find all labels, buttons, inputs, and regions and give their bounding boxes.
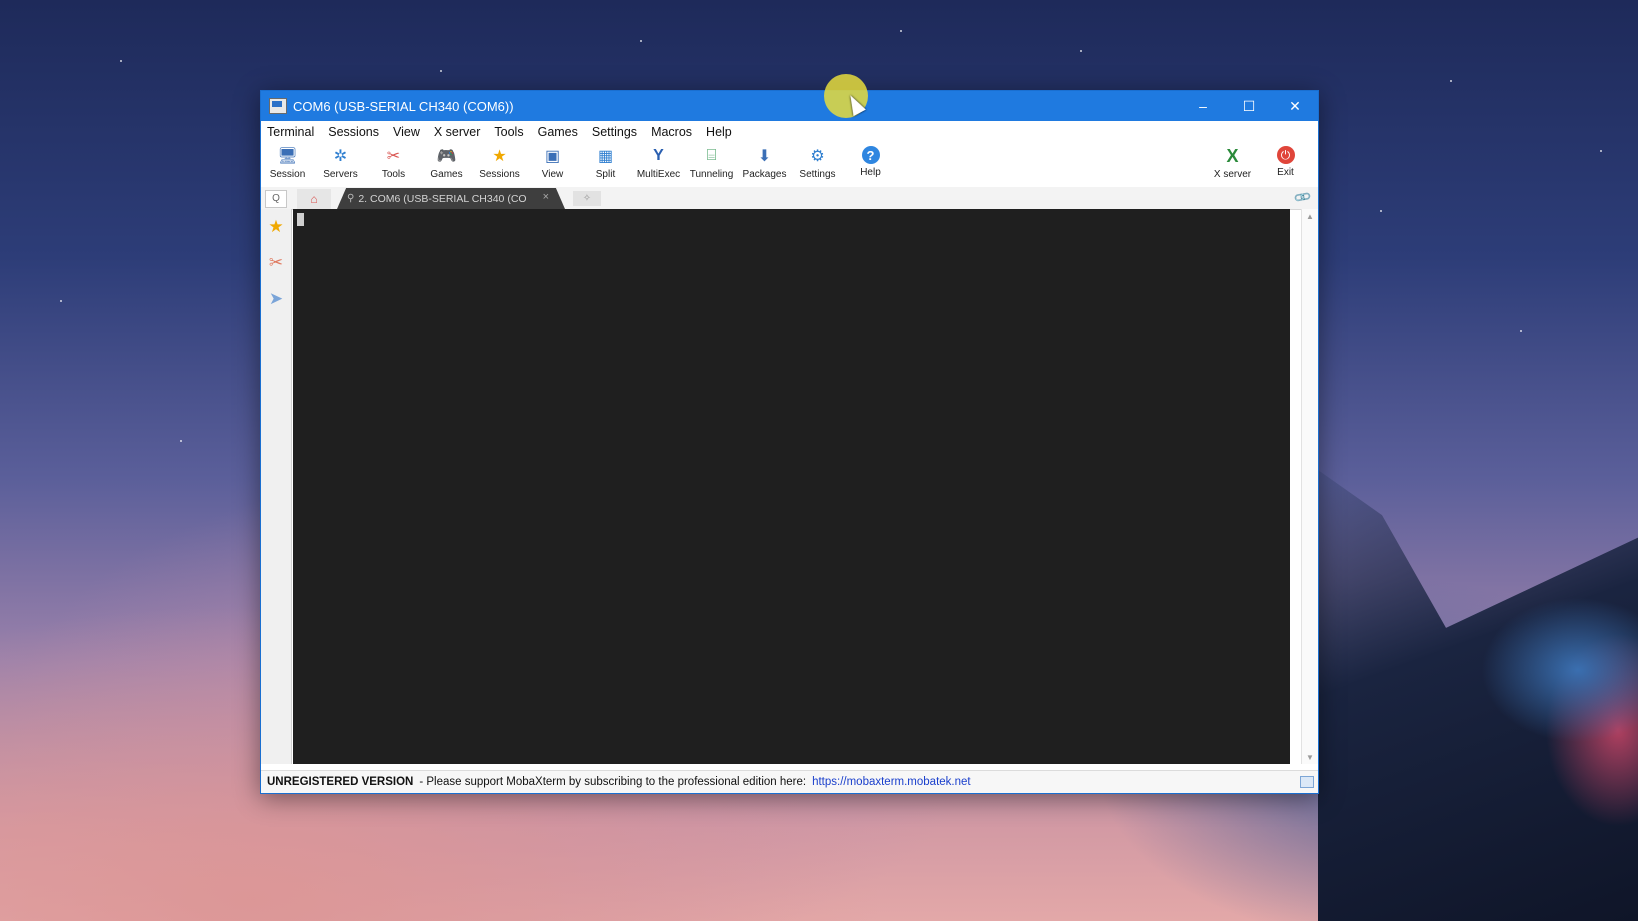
menu-view[interactable]: View: [393, 125, 420, 139]
mobaxterm-window: COM6 (USB-SERIAL CH340 (COM6)) – ☐ ✕ Ter…: [260, 90, 1319, 794]
attachment-clip-icon[interactable]: 🔗: [1292, 187, 1312, 207]
star: [120, 60, 122, 62]
menu-macros[interactable]: Macros: [651, 125, 692, 139]
home-tab[interactable]: ⌂: [297, 189, 331, 209]
toolbar-games-button[interactable]: 🎮 Games: [420, 143, 473, 180]
toolbar-split-button[interactable]: ▦ Split: [579, 143, 632, 180]
toolbar: 🖥 Session ✲ Servers ✂ Tools 🎮 Games ★ Se…: [261, 143, 1318, 187]
toolbar-label: Settings: [799, 169, 836, 180]
wallpaper-robot: [1318, 470, 1638, 921]
scroll-down-arrow-icon[interactable]: ▼: [1302, 750, 1318, 764]
toolbar-label: Servers: [323, 169, 358, 180]
title-bar[interactable]: COM6 (USB-SERIAL CH340 (COM6)) – ☐ ✕: [261, 91, 1318, 121]
toolbar-label: Help: [860, 167, 881, 178]
tools-icon: ✂: [386, 148, 401, 165]
toolbar-label: X server: [1213, 169, 1252, 180]
app-icon: [269, 98, 287, 114]
toolbar-sessions-button[interactable]: ★ Sessions: [473, 143, 526, 180]
tunneling-icon: ⌸: [706, 147, 717, 164]
multiexec-icon: Y: [653, 147, 664, 164]
toolbar-label: Tools: [381, 169, 406, 180]
support-message: - Please support MobaXterm by subscribin…: [419, 776, 807, 788]
toolbar-settings-button[interactable]: ⚙ Settings: [791, 143, 844, 180]
toolbar-multiexec-button[interactable]: Y MultiExec: [632, 143, 685, 180]
favorites-star-icon[interactable]: ★: [261, 209, 291, 245]
toolbar-x-server-button[interactable]: X X server: [1206, 143, 1259, 181]
toolbar-label: Tunneling: [689, 169, 734, 180]
maximize-button[interactable]: ☐: [1226, 91, 1272, 121]
tools-sidebar-icon[interactable]: ✂: [261, 245, 291, 281]
tab-com6-session[interactable]: ⚲ 2. COM6 (USB-SERIAL CH340 (CO ×: [337, 188, 565, 209]
unregistered-label: UNREGISTERED VERSION: [267, 776, 414, 788]
menu-help[interactable]: Help: [706, 125, 732, 139]
star: [1600, 150, 1602, 152]
star: [440, 70, 442, 72]
toolbar-help-button[interactable]: ? Help: [844, 143, 897, 178]
star: [180, 440, 182, 442]
tab-bar: Q ⌂ ⚲ 2. COM6 (USB-SERIAL CH340 (CO × ✧ …: [261, 187, 1318, 210]
menu-bar: Terminal Sessions View X server Tools Ga…: [261, 121, 1318, 143]
tab-close-icon[interactable]: ×: [543, 191, 549, 203]
left-sidebar: ★ ✂ ➤: [261, 209, 292, 764]
toolbar-label: Session: [269, 169, 306, 180]
menu-settings[interactable]: Settings: [592, 125, 637, 139]
view-icon: ▣: [544, 148, 561, 165]
star: [1380, 210, 1382, 212]
help-icon: ?: [861, 146, 880, 164]
star: [1520, 330, 1522, 332]
status-monitor-icon[interactable]: [1300, 776, 1314, 788]
scroll-up-arrow-icon[interactable]: ▲: [1302, 209, 1318, 223]
toolbar-view-button[interactable]: ▣ View: [526, 143, 579, 180]
toolbar-label: View: [541, 169, 564, 180]
toolbar-servers-button[interactable]: ✲ Servers: [314, 143, 367, 180]
split-icon: ▦: [597, 148, 614, 165]
menu-x-server[interactable]: X server: [434, 125, 481, 139]
session-icon: 🖥: [277, 148, 298, 165]
toolbar-right-group: X X server ⏻ Exit: [1206, 143, 1312, 180]
terminal-area[interactable]: [293, 209, 1290, 764]
star: [640, 40, 642, 42]
serial-plug-icon: ⚲: [347, 193, 355, 204]
toolbar-label: Split: [595, 169, 616, 180]
toolbar-session-button[interactable]: 🖥 Session: [261, 143, 314, 180]
minimize-button[interactable]: –: [1180, 91, 1226, 121]
sessions-star-icon: ★: [492, 148, 507, 165]
settings-icon: ⚙: [810, 148, 825, 165]
mobaxterm-link[interactable]: https://mobaxterm.mobatek.net: [812, 776, 971, 788]
toolbar-label: Games: [430, 169, 463, 180]
home-icon: ⌂: [310, 192, 318, 206]
menu-games[interactable]: Games: [538, 125, 578, 139]
toolbar-label: Exit: [1277, 167, 1294, 178]
games-icon: 🎮: [436, 148, 457, 165]
toolbar-tunneling-button[interactable]: ⌸ Tunneling: [685, 143, 738, 180]
status-bar: UNREGISTERED VERSION - Please support Mo…: [261, 770, 1318, 793]
toolbar-exit-button[interactable]: ⏻ Exit: [1259, 143, 1312, 180]
tab-label: 2. COM6 (USB-SERIAL CH340 (CO: [358, 192, 527, 205]
terminal-scrollbar[interactable]: ▲ ▼: [1301, 209, 1318, 764]
star: [1450, 80, 1452, 82]
toolbar-label: Packages: [742, 169, 787, 180]
quick-connect-search-icon[interactable]: Q: [265, 190, 287, 208]
menu-tools[interactable]: Tools: [494, 125, 523, 139]
packages-icon: ⬇: [757, 148, 772, 165]
star: [900, 30, 902, 32]
menu-terminal[interactable]: Terminal: [267, 125, 314, 139]
x-server-icon: X: [1226, 145, 1239, 166]
star: [60, 300, 62, 302]
terminal-cursor: [297, 213, 304, 226]
exit-power-icon: ⏻: [1276, 146, 1295, 164]
new-tab-button[interactable]: ✧: [573, 191, 601, 206]
close-button[interactable]: ✕: [1272, 91, 1318, 121]
toolbar-label: Sessions: [479, 169, 520, 180]
menu-sessions[interactable]: Sessions: [328, 125, 379, 139]
window-title: COM6 (USB-SERIAL CH340 (COM6)): [293, 98, 514, 114]
servers-icon: ✲: [333, 148, 348, 165]
toolbar-label: MultiExec: [636, 169, 681, 180]
macros-send-icon[interactable]: ➤: [261, 281, 291, 317]
toolbar-packages-button[interactable]: ⬇ Packages: [738, 143, 791, 180]
toolbar-tools-button[interactable]: ✂ Tools: [367, 143, 420, 180]
star: [1080, 50, 1082, 52]
